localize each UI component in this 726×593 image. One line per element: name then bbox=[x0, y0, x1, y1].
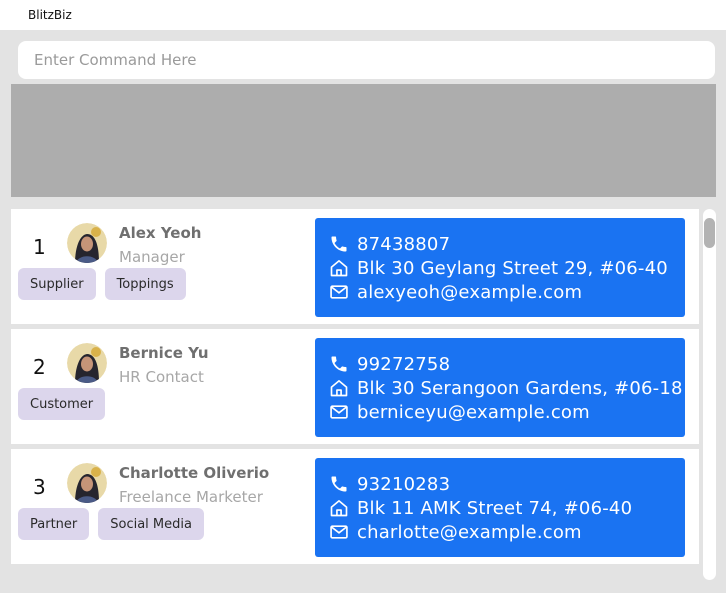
command-input[interactable] bbox=[18, 41, 715, 79]
tag: Supplier bbox=[18, 268, 96, 300]
mail-icon bbox=[330, 285, 348, 299]
phone-icon bbox=[331, 356, 347, 372]
avatar bbox=[67, 223, 107, 263]
contact-info-card: 87438807 Blk 30 Geylang Street 29, #06-4… bbox=[315, 218, 685, 317]
contact-role: HR Contact bbox=[119, 368, 204, 386]
contact-index: 2 bbox=[33, 355, 46, 379]
mail-icon bbox=[330, 525, 348, 539]
tag-list: Partner Social Media bbox=[18, 508, 204, 540]
tag: Social Media bbox=[98, 508, 204, 540]
contact-info-card: 99272758 Blk 30 Serangoon Gardens, #06-1… bbox=[315, 338, 685, 437]
contact-address: Blk 30 Serangoon Gardens, #06-18 bbox=[357, 377, 683, 399]
home-icon bbox=[330, 260, 348, 277]
contact-index: 3 bbox=[33, 475, 46, 499]
contact-role: Manager bbox=[119, 248, 185, 266]
contact-email: charlotte@example.com bbox=[357, 521, 582, 543]
tag: Partner bbox=[18, 508, 90, 540]
contact-card[interactable]: 1 Alex Yeoh Manager Supplier Toppings 87… bbox=[11, 209, 699, 324]
contact-phone: 93210283 bbox=[357, 473, 451, 495]
contact-card[interactable]: 3 Charlotte Oliverio Freelance Marketer … bbox=[11, 449, 699, 564]
tag-list: Supplier Toppings bbox=[18, 268, 186, 300]
title-bar: BlitzBiz bbox=[0, 0, 726, 30]
avatar bbox=[67, 463, 107, 503]
contact-email: berniceyu@example.com bbox=[357, 401, 590, 423]
contact-list[interactable]: 1 Alex Yeoh Manager Supplier Toppings 87… bbox=[11, 209, 699, 567]
tag: Toppings bbox=[104, 268, 186, 300]
home-icon bbox=[330, 380, 348, 397]
vertical-scrollbar[interactable] bbox=[703, 209, 716, 580]
contact-phone: 99272758 bbox=[357, 353, 451, 375]
phone-icon bbox=[331, 476, 347, 492]
contact-role: Freelance Marketer bbox=[119, 488, 263, 506]
contact-name: Alex Yeoh bbox=[119, 224, 202, 242]
home-icon bbox=[330, 500, 348, 517]
result-display bbox=[11, 84, 716, 197]
avatar bbox=[67, 343, 107, 383]
contact-card[interactable]: 2 Bernice Yu HR Contact Customer 9927275… bbox=[11, 329, 699, 444]
app-title: BlitzBiz bbox=[28, 8, 72, 22]
tag-list: Customer bbox=[18, 388, 106, 420]
contact-name: Bernice Yu bbox=[119, 344, 209, 362]
phone-icon bbox=[331, 236, 347, 252]
contact-email: alexyeoh@example.com bbox=[357, 281, 583, 303]
scrollbar-thumb[interactable] bbox=[704, 218, 715, 248]
contact-address: Blk 30 Geylang Street 29, #06-40 bbox=[357, 257, 668, 279]
contact-name: Charlotte Oliverio bbox=[119, 464, 270, 482]
contact-phone: 87438807 bbox=[357, 233, 451, 255]
contact-index: 1 bbox=[33, 235, 46, 259]
tag: Customer bbox=[18, 388, 106, 420]
contact-info-card: 93210283 Blk 11 AMK Street 74, #06-40 ch… bbox=[315, 458, 685, 557]
contact-address: Blk 11 AMK Street 74, #06-40 bbox=[357, 497, 633, 519]
mail-icon bbox=[330, 405, 348, 419]
